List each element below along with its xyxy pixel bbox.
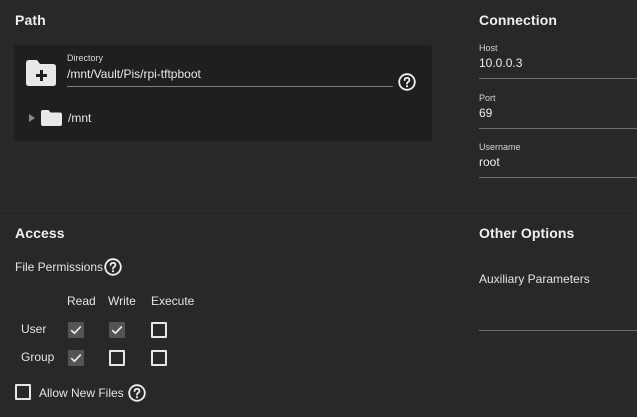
column-read: Read (67, 294, 96, 308)
folder-add-icon[interactable] (26, 60, 56, 86)
group-write-checkbox[interactable] (109, 350, 125, 366)
section-divider (0, 210, 637, 211)
host-label: Host (479, 43, 498, 53)
folder-icon (41, 110, 62, 126)
tftp-service-form: Path Directory /mnt/Vault/Pis/rpi-tftpbo… (0, 0, 637, 417)
directory-label: Directory (67, 53, 104, 63)
username-input[interactable]: root (479, 155, 500, 169)
host-input[interactable]: 10.0.0.3 (479, 56, 522, 70)
column-execute: Execute (151, 294, 195, 308)
group-execute-checkbox[interactable] (151, 350, 167, 366)
access-section-title: Access (15, 225, 65, 241)
allow-new-files-checkbox[interactable] (15, 384, 31, 400)
port-field[interactable]: Port 69 (479, 93, 637, 129)
path-section-title: Path (15, 12, 46, 28)
other-options-section-title: Other Options (479, 225, 575, 241)
username-field[interactable]: Username root (479, 142, 637, 178)
group-read-checkbox[interactable] (68, 350, 84, 366)
directory-input[interactable]: /mnt/Vault/Pis/rpi-tftpboot (67, 65, 393, 87)
help-icon[interactable] (128, 384, 146, 402)
help-icon[interactable] (104, 258, 122, 276)
column-write: Write (108, 294, 136, 308)
row-group: Group (21, 350, 55, 364)
connection-section-title: Connection (479, 12, 557, 28)
auxiliary-parameters-underline (479, 330, 637, 331)
host-field[interactable]: Host 10.0.0.3 (479, 43, 637, 79)
tree-node-mnt[interactable]: /mnt (28, 109, 91, 127)
port-input[interactable]: 69 (479, 106, 492, 120)
user-write-checkbox[interactable] (109, 322, 125, 338)
auxiliary-parameters-label: Auxiliary Parameters (479, 272, 590, 286)
auxiliary-parameters-input[interactable] (479, 292, 637, 328)
username-label: Username (479, 142, 521, 152)
chevron-right-icon[interactable] (28, 113, 36, 123)
port-label: Port (479, 93, 496, 103)
allow-new-files-label: Allow New Files (39, 386, 124, 400)
directory-explorer: Directory /mnt/Vault/Pis/rpi-tftpboot /m… (14, 45, 432, 141)
tree-node-label: /mnt (68, 111, 92, 125)
user-execute-checkbox[interactable] (151, 322, 167, 338)
user-read-checkbox[interactable] (68, 322, 84, 338)
row-user: User (21, 322, 47, 336)
help-icon[interactable] (398, 73, 416, 91)
file-permissions-label: File Permissions (15, 260, 104, 274)
